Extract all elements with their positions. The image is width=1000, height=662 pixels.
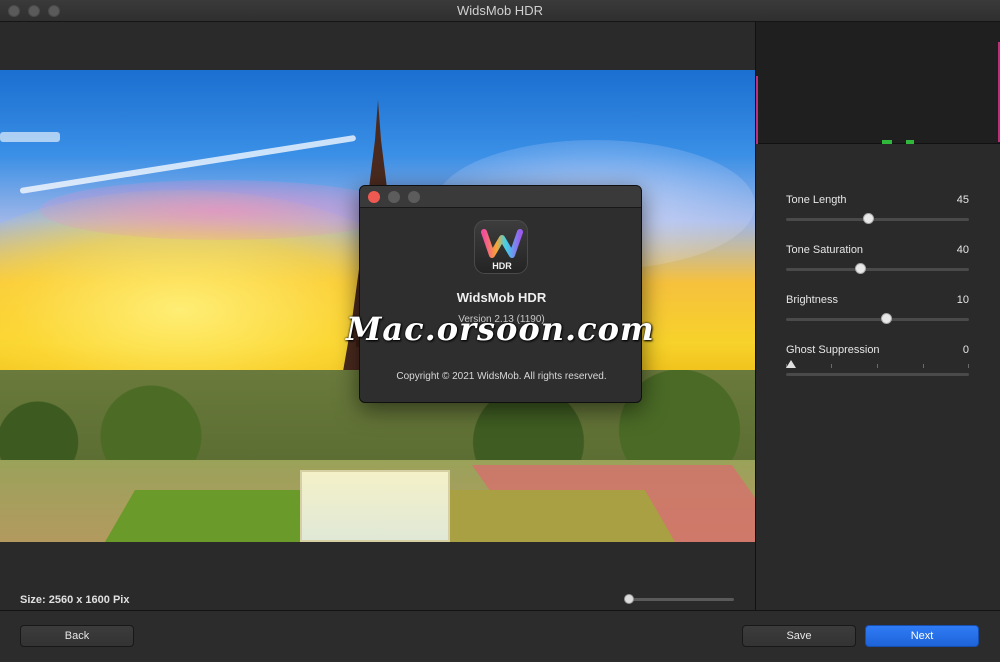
about-close-icon[interactable] — [368, 191, 380, 203]
brightness-value: 10 — [956, 294, 969, 306]
brightness-label: Brightness — [786, 294, 838, 306]
tone-length-value: 45 — [956, 194, 969, 206]
about-dialog: HDR WidsMob HDR Version 2.13 (1190) Copy… — [359, 185, 642, 403]
ghost-suppression-slider[interactable] — [786, 373, 969, 376]
tone-saturation-knob[interactable] — [855, 263, 866, 274]
ghost-suppression-ticks — [786, 364, 969, 368]
svg-text:HDR: HDR — [492, 261, 512, 271]
image-size-label: Size: 2560 x 1600 Pix — [20, 594, 130, 606]
watermark-text: Mac.orsoon.com — [346, 310, 655, 348]
tone-saturation-value: 40 — [956, 244, 969, 256]
tone-saturation-slider[interactable] — [786, 268, 969, 271]
window-title: WidsMob HDR — [457, 3, 543, 18]
histogram — [756, 22, 1000, 144]
tone-length-knob[interactable] — [863, 213, 874, 224]
next-button[interactable]: Next — [865, 625, 979, 647]
tone-length-label: Tone Length — [786, 194, 847, 206]
about-app-name: WidsMob HDR — [456, 290, 547, 305]
brightness-knob[interactable] — [881, 313, 892, 324]
save-button[interactable]: Save — [742, 625, 856, 647]
about-zoom-icon — [408, 191, 420, 203]
about-minimize-icon — [388, 191, 400, 203]
brightness-slider[interactable] — [786, 318, 969, 321]
back-button[interactable]: Back — [20, 625, 134, 647]
ghost-suppression-value: 0 — [962, 344, 969, 356]
about-dialog-titlebar — [360, 186, 641, 208]
ghost-suppression-knob[interactable] — [786, 360, 796, 368]
tone-saturation-label: Tone Saturation — [786, 244, 864, 256]
about-copyright: Copyright © 2021 WidsMob. All rights res… — [396, 371, 607, 382]
title-bar: WidsMob HDR — [0, 0, 1000, 22]
bottom-toolbar: Back Save Next — [0, 610, 1000, 662]
adjustments-panel: Tone Length 45 Tone Saturation 40 Bright… — [755, 22, 1000, 610]
ghost-suppression-label: Ghost Suppression — [786, 344, 880, 356]
zoom-slider-knob[interactable] — [624, 594, 634, 604]
tone-length-slider[interactable] — [786, 218, 969, 221]
zoom-slider-track[interactable] — [628, 598, 734, 601]
widsmob-hdr-app-icon: HDR — [474, 220, 528, 274]
